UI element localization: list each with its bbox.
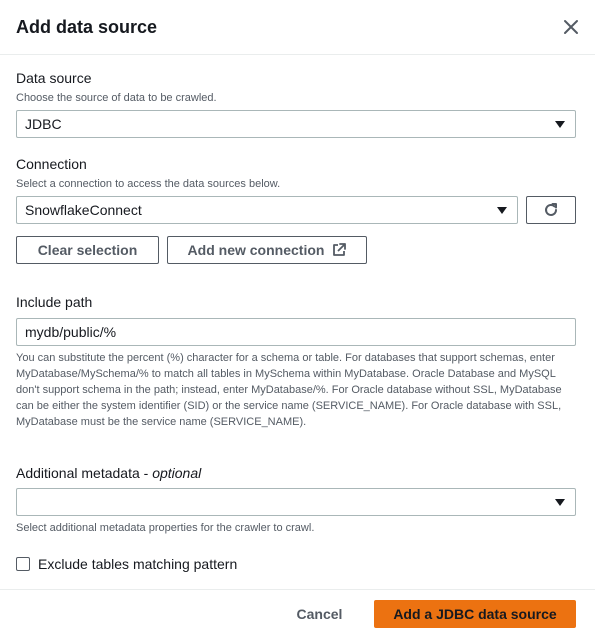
additional-metadata-label-text: Additional metadata - bbox=[16, 465, 153, 481]
add-new-connection-label: Add new connection bbox=[187, 242, 325, 258]
exclude-tables-option[interactable]: Exclude tables matching pattern bbox=[16, 556, 237, 572]
modal-title: Add data source bbox=[16, 16, 158, 37]
data-source-select[interactable]: JDBC bbox=[16, 110, 576, 138]
additional-metadata-label: Additional metadata - optional bbox=[16, 465, 201, 481]
close-button[interactable] bbox=[559, 15, 583, 39]
add-data-source-modal: Add data source Data source Choose the s… bbox=[0, 0, 595, 634]
add-new-connection-button[interactable]: Add new connection bbox=[167, 236, 367, 264]
include-path-label: Include path bbox=[16, 294, 93, 310]
caret-down-icon bbox=[555, 121, 565, 128]
clear-selection-label: Clear selection bbox=[37, 242, 138, 258]
optional-text: optional bbox=[152, 465, 202, 481]
exclude-tables-label: Exclude tables matching pattern bbox=[38, 556, 238, 572]
clear-selection-button[interactable]: Clear selection bbox=[16, 236, 159, 264]
caret-down-icon bbox=[497, 207, 507, 214]
include-path-value: mydb/public/% bbox=[25, 324, 117, 340]
connection-label: Connection bbox=[16, 156, 87, 172]
data-source-label: Data source bbox=[16, 70, 92, 86]
refresh-icon bbox=[545, 203, 557, 216]
modal-header: Add data source bbox=[0, 0, 595, 55]
exclude-tables-checkbox[interactable] bbox=[16, 557, 30, 571]
modal-footer: Cancel Add a JDBC data source bbox=[0, 589, 595, 634]
caret-down-icon bbox=[555, 499, 565, 506]
data-source-value: JDBC bbox=[25, 116, 62, 132]
additional-metadata-description: Select additional metadata properties fo… bbox=[16, 522, 315, 534]
external-link-icon bbox=[333, 243, 347, 256]
refresh-button[interactable] bbox=[526, 196, 576, 224]
include-path-help: You can substitute the percent (%) chara… bbox=[16, 352, 562, 428]
connection-select[interactable]: SnowflakeConnect bbox=[16, 196, 518, 224]
cancel-button[interactable]: Cancel bbox=[292, 600, 347, 628]
connection-value: SnowflakeConnect bbox=[25, 202, 142, 218]
data-source-description: Choose the source of data to be crawled. bbox=[16, 92, 217, 104]
close-icon bbox=[564, 20, 578, 34]
include-path-input[interactable]: mydb/public/% bbox=[16, 318, 576, 346]
connection-description: Select a connection to access the data s… bbox=[16, 178, 281, 190]
add-jdbc-data-source-button[interactable]: Add a JDBC data source bbox=[374, 600, 576, 628]
additional-metadata-select[interactable] bbox=[16, 488, 576, 516]
